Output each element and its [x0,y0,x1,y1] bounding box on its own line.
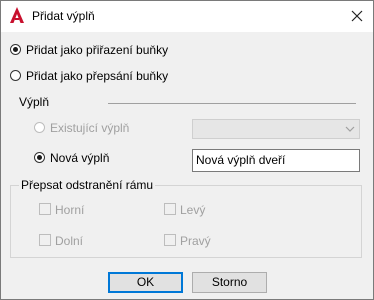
ok-button[interactable]: OK [108,272,183,293]
close-icon[interactable] [348,7,366,25]
frame-override-group-label: Přepsat odstranění rámu [19,178,156,192]
checkbox-left[interactable] [164,203,176,215]
new-fill-name-input[interactable]: Nová výplň dveří [192,149,360,172]
radio-new-fill-label[interactable]: Nová výplň [50,151,109,165]
radio-cell-override-label[interactable]: Přidat jako přepsání buňky [26,69,168,83]
radio-cell-assignment-label[interactable]: Přidat jako přiřazení buňky [26,43,168,57]
add-fill-dialog: Přidat výplň Přidat jako přiřazení buňky… [0,0,374,300]
checkbox-top[interactable] [39,203,51,215]
radio-new-fill[interactable] [34,152,45,163]
autocad-icon [10,7,24,23]
checkbox-left-label[interactable]: Levý [180,203,205,217]
checkbox-right[interactable] [164,234,176,246]
checkbox-bottom[interactable] [39,234,51,246]
checkbox-bottom-label[interactable]: Dolní [55,234,83,248]
checkbox-top-label[interactable]: Horní [55,203,84,217]
existing-fill-select[interactable] [192,119,360,139]
radio-cell-override[interactable] [10,70,21,81]
checkbox-right-label[interactable]: Pravý [180,234,211,248]
fill-section-label: Výplň [19,95,50,109]
radio-cell-assignment[interactable] [10,44,21,55]
title-bar: Přidat výplň [1,1,373,32]
chevron-down-icon [345,126,355,132]
radio-existing-fill-label[interactable]: Existující výplň [50,121,129,135]
fill-section-divider [108,103,356,104]
cancel-button[interactable]: Storno [192,272,267,293]
radio-existing-fill[interactable] [34,122,45,133]
dialog-title: Přidat výplň [32,9,95,23]
